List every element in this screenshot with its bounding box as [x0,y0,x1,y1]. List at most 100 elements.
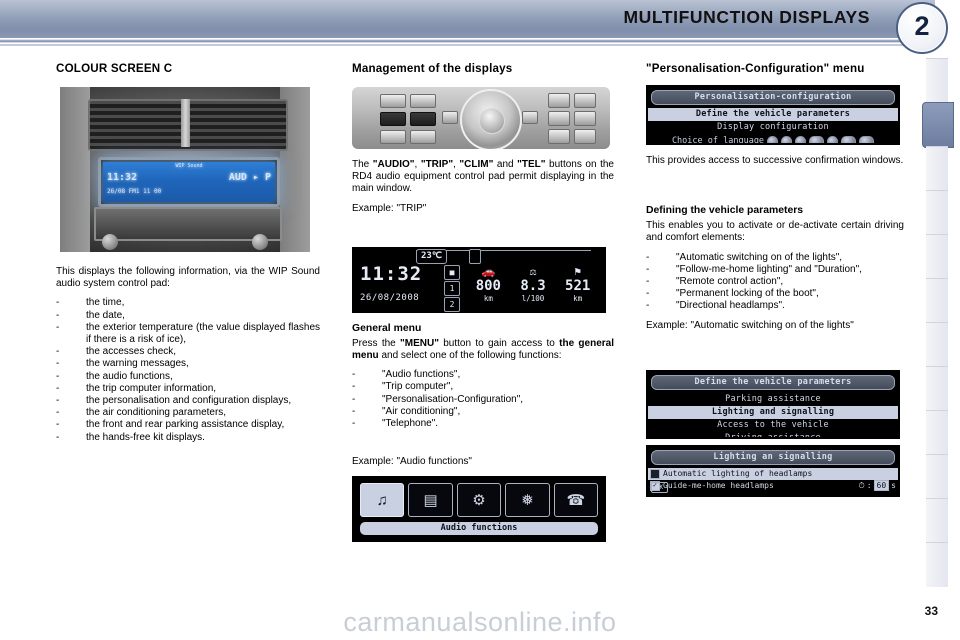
left-knob-icon [102,234,118,250]
chapter-tab-7[interactable] [926,322,948,367]
chapter-tab-8[interactable] [926,366,948,411]
list-item: "Telephone". [352,418,614,430]
audio-icon-row[interactable]: ♫ ▤ ⚙ ❅ ☎ [360,483,599,518]
light-row-guide-me-home[interactable]: ✓ Guide-me-home headlamps ⏱ : 60 s [648,480,898,492]
chapter-tab-11[interactable] [926,498,948,543]
duration-control[interactable]: ⏱ : 60 s [858,480,896,492]
trip-car-icon: ■ [444,264,460,280]
duration-value[interactable]: 60 [873,480,890,492]
trip-selector-stack[interactable]: ■ 1 2 [444,264,460,313]
management-paragraph: The "AUDIO", "TRIP", "CLIM" and "TEL" bu… [352,159,614,196]
params-intro-paragraph: This enables you to activate or de-activ… [646,220,904,244]
general-menu-function-list: "Audio functions", "Trip computer", "Per… [352,369,614,430]
trip-clock-value: 11:32 [360,262,423,285]
audio-media-icon[interactable]: ♫ [360,483,405,518]
chapter-tab-1[interactable] [926,58,948,103]
params-row-lighting-and-signalling[interactable]: Lighting and signalling [648,405,898,419]
pad-button-6 [410,130,436,144]
define-vehicle-parameters-screen: Define the vehicle parameters Parking as… [646,369,900,439]
pc-row-display-configuration[interactable]: Display configuration [648,121,898,134]
language-flag-icon-2[interactable] [781,135,793,143]
checkbox-automatic-headlamps[interactable] [650,468,660,479]
language-flag-icon-4[interactable] [809,135,825,143]
trip-consumption-cell: ⚖ 8.3 l/100 [511,265,556,303]
params-example-paragraph: Example: "Automatic switching on of the … [646,319,854,331]
air-conditioning-icon[interactable]: ❅ [505,483,550,518]
params-row-driving-assistance[interactable]: Driving assistance [648,432,898,437]
params-row-access-to-the-vehicle[interactable]: Access to the vehicle [648,419,898,432]
personalisation-configuration-screen: Personalisation-configuration Define the… [646,85,900,145]
list-item: "Follow-me-home lighting" and "Duration"… [646,264,904,276]
params-screen-title: Define the vehicle parameters [651,374,895,390]
gm-tail: and select one of the following function… [378,350,562,362]
trip-slot-1[interactable]: 1 [444,280,460,296]
list-item: the accesses check, [56,346,320,358]
language-flag-icon-5[interactable] [827,135,839,143]
telephone-icon[interactable]: ☎ [553,483,599,518]
clock-icon: ⏱ [858,480,865,490]
pc-row-define-parameters[interactable]: Define the vehicle parameters [648,108,898,121]
ok-button[interactable]: OK [651,481,668,493]
exterior-temperature-value: 23℃ [416,248,447,264]
list-item: "Permanent locking of the boot", [646,288,904,300]
language-flag-icon-3[interactable] [795,135,807,143]
list-item: "Air conditioning", [352,406,614,418]
pad-preset-6 [574,129,596,144]
list-item: the hands-free kit displays. [56,432,320,444]
fuel-gauge-icon [469,248,481,264]
chapter-tab-5[interactable] [926,234,948,279]
example-audio-text: Example: "Audio functions" [352,456,472,468]
configuration-sliders-icon[interactable]: ⚙ [456,483,502,518]
duration-unit: s [891,481,896,491]
management-heading: Management of the displays [352,62,513,75]
rotary-wheel-icon [460,89,522,149]
list-item: the front and rear parking assistance di… [56,419,320,431]
pad-button-1 [380,94,406,108]
clim-button-label: "CLIM" [459,159,494,170]
list-item: "Trip computer", [352,381,614,393]
chapter-tab-10[interactable] [926,454,948,499]
language-flag-icon-7[interactable] [859,135,875,143]
trip-computer-screen: 23℃ 11:32 26/08/2008 ■ 1 2 🚗 800 km ⚖ 8.… [352,246,606,313]
dash-screen-sub-line: 26/08 FM1 11 00 [107,188,271,195]
pc-screen-title: Personalisation-configuration [651,90,895,105]
choice-of-language-label: Choice of language [671,136,765,145]
light-row-automatic-headlamps[interactable]: Automatic lighting of headlamps [648,467,898,480]
trip-consumption-unit: l/100 [521,293,545,303]
chapter-tab-strip[interactable] [922,58,954,588]
left-intro-paragraph: This displays the following information,… [56,266,320,290]
chapter-badge: 2 [896,2,948,54]
control-pad-photo [352,87,610,149]
pad-preset-3 [548,111,570,126]
params-row-parking-assistance[interactable]: Parking assistance [648,393,898,406]
trip-computer-icon[interactable]: ▤ [408,483,453,518]
trip-range-cell: 🚗 800 km [466,265,511,303]
pad-button-5 [380,130,406,144]
trip-distance-value: 521 [565,277,591,294]
colour-screen-display: WIP Sound 11:32 AUD ▸ P 26/08 FM1 11 00 [103,162,275,202]
trip-range-unit: km [483,293,493,303]
chapter-tab-3[interactable] [926,146,948,191]
colour-screen-heading: COLOUR SCREEN C [56,62,173,75]
trip-slot-2[interactable]: 2 [444,296,460,312]
chapter-tab-4[interactable] [926,190,948,235]
car-fuel-icon: 🚗 [481,264,496,278]
lighting-and-signalling-screen: Lighting an signalling Automatic lightin… [646,444,900,497]
vehicle-parameters-list: "Automatic switching on of the lights", … [646,252,904,313]
fuel-can-icon: ⚖ [529,264,537,278]
pad-button-4 [410,112,436,126]
trip-distance-unit: km [573,293,583,303]
chapter-tab-12[interactable] [926,542,948,587]
chapter-tab-2-active[interactable] [922,102,954,148]
pc-row-choice-of-language[interactable]: Choice of language [648,134,898,145]
pad-preset-5 [548,129,570,144]
pc-description-paragraph: This provides access to successive confi… [646,155,904,166]
chapter-tab-6[interactable] [926,278,948,323]
language-flag-icon-1[interactable] [767,135,779,143]
header-divider-secondary [0,44,915,46]
chapter-tab-9[interactable] [926,410,948,455]
pad-button-3 [380,112,406,126]
list-item: "Automatic switching on of the lights", [646,252,904,264]
list-item: "Personalisation-Configuration", [352,394,614,406]
language-flag-icon-6[interactable] [841,135,857,143]
